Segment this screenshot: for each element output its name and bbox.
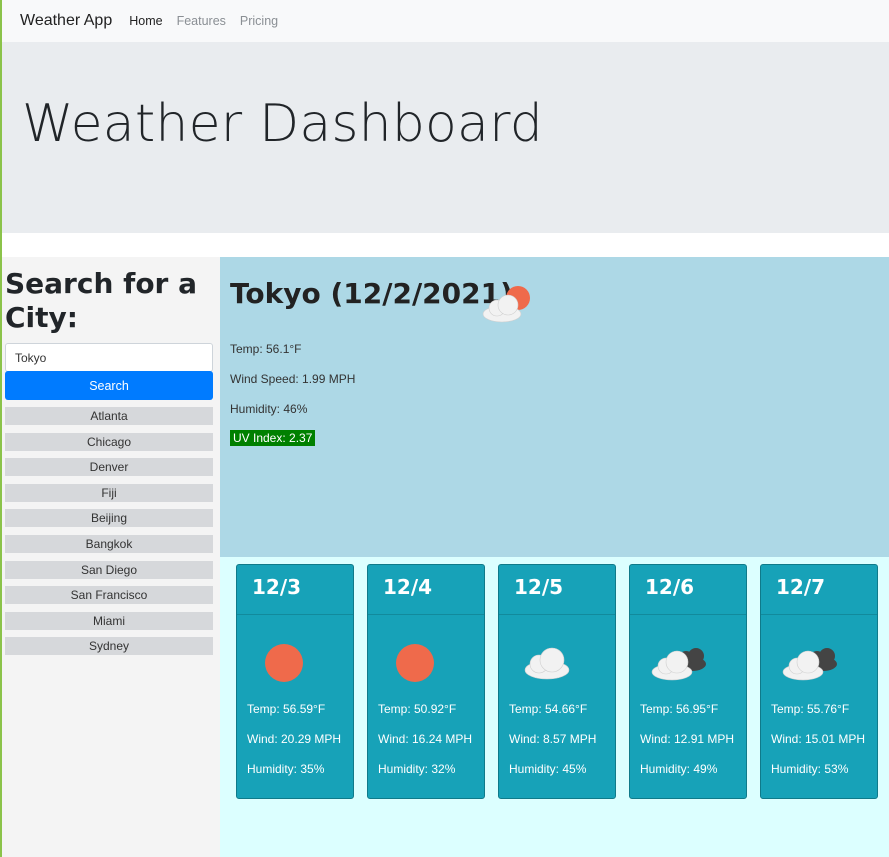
forecast-panel: 12/3 Temp: 56.59°F Wind: 20.29 MPH Humid… — [220, 557, 889, 857]
current-wind: Wind Speed: 1.99 MPH — [230, 372, 356, 386]
history-city-button[interactable]: Beijing — [5, 509, 213, 528]
forecast-card: 12/7 Temp: 55.76°F Wind: 15.01 MPH Humid… — [760, 564, 878, 799]
forecast-humidity: Humidity: 35% — [247, 762, 325, 776]
forecast-humidity: Humidity: 53% — [771, 762, 849, 776]
forecast-date: 12/4 — [368, 565, 484, 615]
forecast-wind: Wind: 16.24 MPH — [378, 732, 473, 746]
forecast-temp: Temp: 56.59°F — [247, 702, 326, 716]
search-button[interactable]: Search — [5, 371, 213, 400]
history-city-button[interactable]: San Diego — [5, 560, 213, 579]
forecast-date: 12/5 — [499, 565, 615, 615]
history-city-button[interactable]: Sydney — [5, 637, 213, 656]
forecast-date: 12/7 — [761, 565, 877, 615]
search-heading: Search for a City: — [5, 267, 198, 334]
navbar: Weather App Home Features Pricing — [2, 0, 889, 42]
forecast-date: 12/3 — [237, 565, 353, 615]
forecast-temp: Temp: 55.76°F — [771, 702, 850, 716]
brand-link[interactable]: Weather App — [20, 12, 112, 30]
sun-icon — [265, 644, 303, 682]
uv-index-badge: UV Index: 2.37 — [230, 430, 316, 446]
jumbotron: Weather Dashboard — [2, 42, 889, 233]
forecast-wind: Wind: 12.91 MPH — [640, 732, 735, 746]
history-city-button[interactable]: Miami — [5, 611, 213, 630]
forecast-card: 12/5 Temp: 54.66°F Wind: 8.57 MPH Humidi… — [498, 564, 616, 799]
forecast-wind: Wind: 20.29 MPH — [247, 732, 342, 746]
broken-clouds-icon — [782, 648, 837, 681]
current-weather-panel: Tokyo (12/2/2021) Temp: 56.1°F Wind Spee… — [220, 257, 889, 557]
history-city-button[interactable]: Atlanta — [5, 407, 213, 425]
sun-icon — [396, 644, 434, 682]
forecast-date: 12/6 — [630, 565, 746, 615]
nav-pricing-link[interactable]: Pricing — [240, 14, 278, 28]
history-city-button[interactable]: Fiji — [5, 483, 213, 502]
current-humidity: Humidity: 46% — [230, 402, 308, 416]
forecast-temp: Temp: 50.92°F — [378, 702, 457, 716]
history-city-button[interactable]: Chicago — [5, 432, 213, 451]
broken-clouds-icon — [651, 648, 706, 681]
nav-home-link[interactable]: Home — [129, 14, 162, 28]
sun-cloud-icon — [482, 286, 530, 323]
forecast-temp: Temp: 54.66°F — [509, 702, 588, 716]
forecast-card: 12/3 Temp: 56.59°F Wind: 20.29 MPH Humid… — [236, 564, 354, 799]
cloud-icon — [524, 647, 570, 680]
page: Weather App Home Features Pricing Weathe… — [0, 0, 889, 857]
forecast-card: 12/6 Temp: 56.95°F Wind: 12.91 MPH Humid… — [629, 564, 747, 799]
forecast-humidity: Humidity: 32% — [378, 762, 456, 776]
city-search-input[interactable] — [5, 343, 213, 372]
history-city-button[interactable]: San Francisco — [5, 586, 213, 605]
forecast-temp: Temp: 56.95°F — [640, 702, 719, 716]
history-city-button[interactable]: Bangkok — [5, 534, 213, 553]
forecast-humidity: Humidity: 45% — [509, 762, 587, 776]
search-sidebar: Search for a City: Search Atlanta Chicag… — [2, 257, 220, 857]
page-title: Weather Dashboard — [22, 94, 543, 154]
nav-features-link[interactable]: Features — [177, 14, 226, 28]
search-history-list: Atlanta Chicago Denver Fiji Beijing Bang… — [5, 407, 213, 663]
history-city-button[interactable]: Denver — [5, 458, 213, 477]
forecast-wind: Wind: 15.01 MPH — [771, 732, 866, 746]
forecast-wind: Wind: 8.57 MPH — [509, 732, 597, 746]
current-temp: Temp: 56.1°F — [230, 342, 302, 356]
current-city-title: Tokyo (12/2/2021) — [230, 277, 513, 310]
forecast-card: 12/4 Temp: 50.92°F Wind: 16.24 MPH Humid… — [367, 564, 485, 799]
forecast-humidity: Humidity: 49% — [640, 762, 718, 776]
